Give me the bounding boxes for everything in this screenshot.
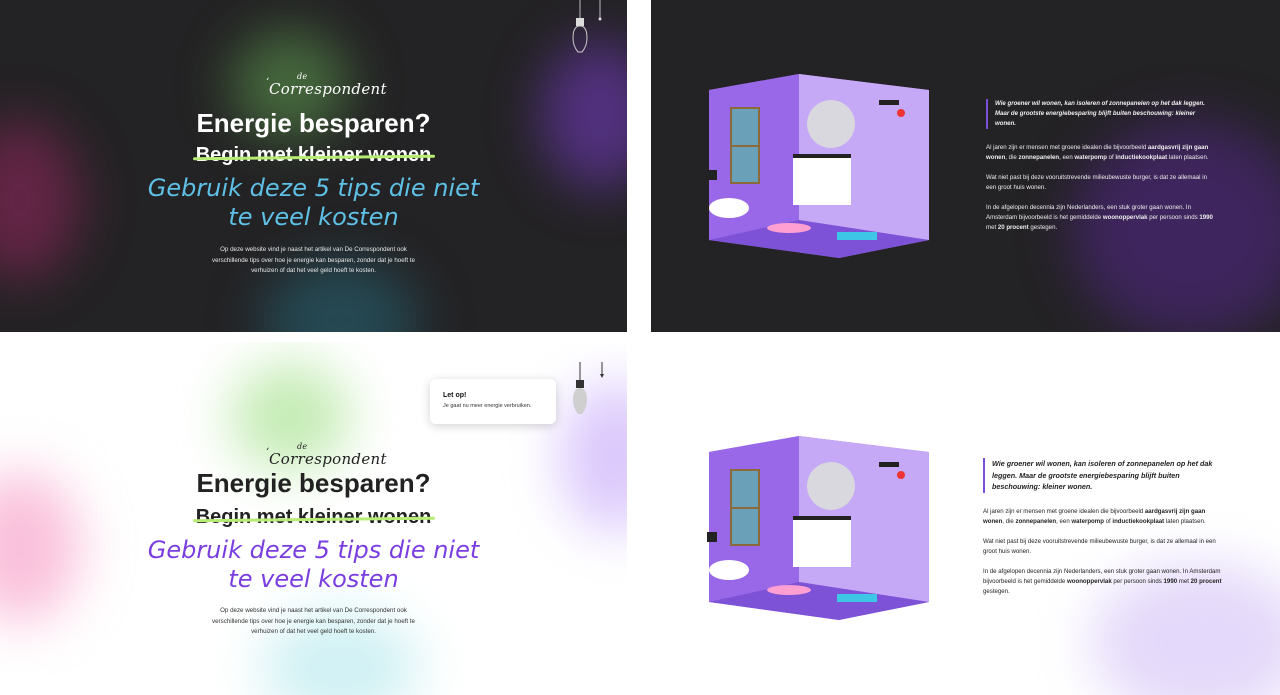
article-text: Wie groener wil wonen, kan isoleren of z… <box>986 99 1216 243</box>
notice-toast[interactable]: Let op! Je gaat nu meer energie verbruik… <box>430 379 556 424</box>
bathroom-illustration <box>707 74 929 258</box>
p1-text: , die <box>1002 517 1016 525</box>
strike-text: Begin met kleiner wonen <box>195 506 432 528</box>
intro-line-2: verschillende tips over hoe je energie k… <box>212 617 415 625</box>
p3-bold: 1990 <box>1163 577 1178 585</box>
hero-dark-panel: ‘ de Correspondent Energie besparen? Beg… <box>0 0 627 332</box>
subtitle-line-1: Gebruik deze 5 tips die niet <box>147 174 480 202</box>
intro-line-3: verhuizen of dat het veel geld hoeft te … <box>251 628 376 635</box>
p3-bold: woonoppervlak <box>1102 214 1148 221</box>
p1-text: laten plaatsen. <box>1164 517 1206 525</box>
hero-title: Energie besparen? <box>196 108 431 138</box>
article-quote: Wie groener wil wonen, kan isoleren of z… <box>986 99 1216 129</box>
logo[interactable]: ‘ de Correspondent <box>266 442 387 468</box>
article-quote: Wie groener wil wonen, kan isoleren of z… <box>983 458 1223 493</box>
article-paragraph-2: Wat niet past bij deze vooruitstrevende … <box>983 537 1216 555</box>
article-paragraph-3: In de afgelopen decennia zijn Nederlande… <box>983 567 1223 597</box>
intro-line-3: verhuizen of dat het veel geld hoeft te … <box>251 267 376 274</box>
article-dark-panel: Wie groener wil wonen, kan isoleren of z… <box>651 0 1280 332</box>
p3-bold: woonoppervlak <box>1067 577 1112 585</box>
hero-light-panel: Let op! Je gaat nu meer energie verbruik… <box>0 342 627 695</box>
intro-line-1: Op deze website vind je naast het artike… <box>220 246 407 253</box>
hero-subtitle: Gebruik deze 5 tips die niet te veel kos… <box>0 174 627 232</box>
hero-strikethrough: Begin met kleiner wonen <box>0 144 627 167</box>
bathroom-illustration <box>707 436 929 620</box>
lightbulb-icon[interactable] <box>568 0 608 60</box>
p1-text: Al jaren zijn er mensen met groene ideal… <box>986 144 1148 151</box>
intro-line-1: Op deze website vind je naast het artike… <box>220 607 407 614</box>
p3-bold: 20 procent <box>1190 577 1222 585</box>
subtitle-line-2: te veel kosten <box>228 565 399 593</box>
logo-de: de <box>297 442 308 451</box>
hero-strikethrough: Begin met kleiner wonen <box>0 506 627 529</box>
article-paragraph-2: Wat niet past bij deze vooruitstrevende … <box>986 174 1207 191</box>
p3-text: met <box>986 224 998 231</box>
p1-bold: zonnepanelen <box>1018 154 1060 161</box>
p3-bold: 1990 <box>1199 214 1213 221</box>
notice-title: Let op! <box>443 392 467 399</box>
p3-text: met <box>1177 577 1191 585</box>
hero-subtitle: Gebruik deze 5 tips die niet te veel kos… <box>0 536 627 594</box>
p1-bold: zonnepanelen <box>1015 517 1057 525</box>
p1-text: laten plaatsen. <box>1167 154 1209 161</box>
subtitle-line-2: te veel kosten <box>228 203 399 231</box>
logo-text: Correspondent <box>269 450 387 468</box>
notice-body: Je gaat nu meer energie verbruiken. <box>443 403 532 409</box>
p1-bold: inductiekookplaat <box>1112 517 1165 525</box>
article-text: Wie groener wil wonen, kan isoleren of z… <box>983 458 1223 607</box>
logo-de: de <box>297 72 308 81</box>
intro-line-2: verschillende tips over hoe je energie k… <box>212 256 415 264</box>
strike-text: Begin met kleiner wonen <box>195 144 432 166</box>
article-paragraph-1: Al jaren zijn er mensen met groene ideal… <box>986 143 1216 163</box>
hero-intro: Op deze website vind je naast het artike… <box>200 245 427 277</box>
p3-text: gestegen. <box>1028 224 1058 231</box>
article-light-panel: Wie groener wil wonen, kan isoleren of z… <box>651 342 1280 695</box>
p3-text: per persoon sinds <box>1111 577 1164 585</box>
article-paragraph-1: Al jaren zijn er mensen met groene ideal… <box>983 507 1223 527</box>
p1-bold: waterpomp <box>1074 154 1107 161</box>
p3-text: gestegen. <box>983 587 1010 595</box>
p1-bold: waterpomp <box>1071 517 1104 525</box>
logo-text: Correspondent <box>269 80 387 98</box>
hero-title: Energie besparen? <box>196 468 431 498</box>
p1-text: , een <box>1056 517 1072 525</box>
lightbulb-icon[interactable] <box>568 362 608 422</box>
p1-bold: inductiekookplaat <box>1115 154 1168 161</box>
p1-text: Al jaren zijn er mensen met groene ideal… <box>983 507 1145 515</box>
hero-intro: Op deze website vind je naast het artike… <box>200 606 427 638</box>
p1-text: , een <box>1059 154 1075 161</box>
logo[interactable]: ‘ de Correspondent <box>266 72 387 98</box>
p1-text: , die <box>1005 154 1019 161</box>
subtitle-line-1: Gebruik deze 5 tips die niet <box>147 536 480 564</box>
logo-quote: ‘ <box>266 77 270 88</box>
p3-text: per persoon sinds <box>1147 214 1200 221</box>
article-paragraph-3: In de afgelopen decennia zijn Nederlande… <box>986 203 1216 233</box>
p3-bold: 20 procent <box>997 224 1029 231</box>
logo-quote: ‘ <box>266 447 270 458</box>
